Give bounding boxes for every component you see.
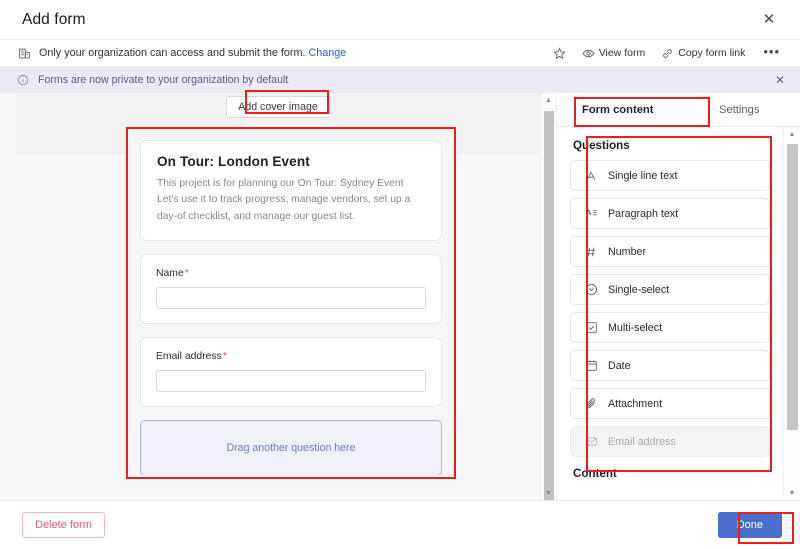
left-scroll-thumb[interactable] <box>544 111 554 500</box>
info-icon <box>16 73 30 87</box>
paragraph-icon <box>583 206 599 222</box>
tab-form-content[interactable]: Form content <box>557 93 679 126</box>
email-input[interactable] <box>156 369 426 392</box>
view-form-button[interactable]: View form <box>574 44 654 63</box>
right-scroll-thumb[interactable] <box>787 144 798 430</box>
question-type-label: Multi-select <box>608 321 663 334</box>
required-asterisk: * <box>184 267 189 279</box>
hash-icon <box>583 244 599 260</box>
info-banner: Forms are now private to your organizati… <box>0 67 800 93</box>
field-label: Name* <box>156 268 426 279</box>
content-section-title: Content <box>573 467 617 480</box>
scroll-up-icon[interactable]: ▲ <box>541 93 556 107</box>
question-type-multi-select[interactable]: Multi-select <box>570 312 770 343</box>
text-a-icon <box>583 168 599 184</box>
organization-icon <box>16 45 32 61</box>
form-header-card[interactable]: On Tour: London Event This project is fo… <box>140 140 442 241</box>
calendar-icon <box>583 358 599 374</box>
form-title: On Tour: London Event <box>157 154 310 169</box>
copy-form-link-label: Copy form link <box>678 47 746 59</box>
right-pane-scrollbar[interactable]: ▲ ▼ <box>783 127 800 500</box>
drag-question-dropzone[interactable]: Drag another question here <box>140 419 442 475</box>
page-title: Add form <box>22 10 86 28</box>
field-label: Email address* <box>156 351 426 362</box>
form-field-email[interactable]: Email address* <box>140 336 442 407</box>
scroll-down-icon[interactable]: ▼ <box>784 486 800 500</box>
add-cover-image-button[interactable]: Add cover image <box>226 96 330 118</box>
tab-settings[interactable]: Settings <box>679 93 800 126</box>
field-label-text: Name <box>156 267 184 279</box>
question-type-label: Attachment <box>608 397 663 410</box>
required-asterisk: * <box>222 350 227 362</box>
left-pane-scrollbar[interactable]: ▲ ▼ <box>540 93 556 500</box>
permission-bar-actions: View form Copy form link ••• <box>545 44 788 63</box>
form-canvas: On Tour: London Event This project is fo… <box>126 126 456 475</box>
dialog-footer: Delete form Done <box>0 500 800 549</box>
dialog-body: Add cover image On Tour: London Event Th… <box>0 93 800 500</box>
questions-section-title: Questions <box>573 139 630 152</box>
question-type-label: Date <box>608 359 631 372</box>
question-type-label: Single line text <box>608 169 678 182</box>
question-type-paragraph-text[interactable]: Paragraph text <box>570 198 770 229</box>
done-button[interactable]: Done <box>717 512 782 538</box>
add-cover-image-wrap: Add cover image <box>0 96 556 118</box>
permission-text: Only your organization can access and su… <box>39 47 306 59</box>
star-icon <box>553 46 566 60</box>
chevron-circle-icon <box>583 282 599 298</box>
checkbox-icon <box>583 320 599 336</box>
questions-panel: Questions Single line text Paragraph tex… <box>557 127 783 500</box>
info-banner-close-icon[interactable]: ✕ <box>772 73 788 87</box>
permission-bar: Only your organization can access and su… <box>0 39 800 67</box>
question-type-single-line-text[interactable]: Single line text <box>570 160 770 191</box>
copy-form-link-button[interactable]: Copy form link <box>653 44 753 63</box>
field-label-text: Email address <box>156 350 222 362</box>
question-type-single-select[interactable]: Single-select <box>570 274 770 305</box>
form-preview-pane: Add cover image On Tour: London Event Th… <box>0 93 556 500</box>
scroll-down-icon[interactable]: ▼ <box>541 486 556 500</box>
right-panel-tabs: Form content Settings <box>557 93 800 127</box>
eye-icon <box>582 47 595 60</box>
scroll-up-icon[interactable]: ▲ <box>784 127 800 141</box>
favorite-button[interactable] <box>545 44 574 63</box>
info-banner-text: Forms are now private to your organizati… <box>38 74 289 86</box>
change-permission-link[interactable]: Change <box>308 47 346 59</box>
delete-form-button[interactable]: Delete form <box>22 512 105 538</box>
question-type-label: Paragraph text <box>608 207 679 220</box>
more-icon[interactable]: ••• <box>753 44 788 63</box>
view-form-label: View form <box>598 47 646 59</box>
question-type-label: Email address <box>608 435 676 448</box>
form-field-name[interactable]: Name* <box>140 253 442 324</box>
paperclip-icon <box>583 396 599 412</box>
close-icon[interactable]: ✕ <box>756 7 782 33</box>
question-type-date[interactable]: Date <box>570 350 770 381</box>
question-type-attachment[interactable]: Attachment <box>570 388 770 419</box>
question-type-label: Single-select <box>608 283 670 296</box>
question-type-label: Number <box>608 245 647 258</box>
envelope-icon <box>583 434 599 450</box>
link-icon <box>661 47 674 60</box>
question-type-email-address: Email address <box>570 426 770 457</box>
form-description: This project is for planning our On Tour… <box>157 178 411 222</box>
form-content-pane: Form content Settings Questions Single l… <box>556 93 800 500</box>
question-type-number[interactable]: Number <box>570 236 770 267</box>
name-input[interactable] <box>156 286 426 309</box>
dialog-titlebar: Add form ✕ <box>0 0 800 39</box>
add-form-dialog: Add form ✕ Only your organization can ac… <box>0 0 800 549</box>
